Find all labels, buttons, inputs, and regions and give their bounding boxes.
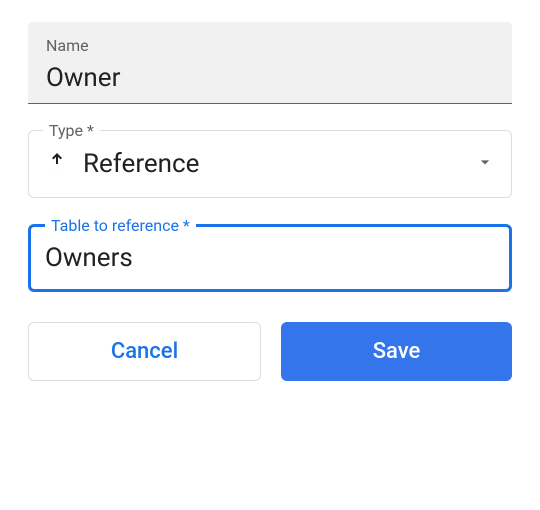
dialog-actions: Cancel Save [28, 322, 512, 381]
save-button[interactable]: Save [281, 322, 512, 381]
cancel-button[interactable]: Cancel [28, 322, 261, 381]
type-value: Reference [83, 149, 199, 179]
type-left-group: Reference [45, 149, 199, 179]
reference-merge-icon [45, 150, 69, 178]
table-reference-label: Table to reference * [45, 216, 196, 235]
chevron-down-icon [475, 152, 495, 176]
name-label: Name [46, 36, 494, 55]
type-field[interactable]: Type * Reference [28, 130, 512, 198]
table-reference-input[interactable] [45, 243, 495, 273]
table-reference-field[interactable]: Table to reference * [28, 224, 512, 292]
type-select-content: Reference [45, 149, 495, 179]
name-input[interactable] [46, 63, 494, 93]
name-field[interactable]: Name [28, 22, 512, 104]
column-form-dialog: Name Type * Reference Table to reference… [28, 22, 512, 381]
type-label: Type * [43, 121, 100, 140]
